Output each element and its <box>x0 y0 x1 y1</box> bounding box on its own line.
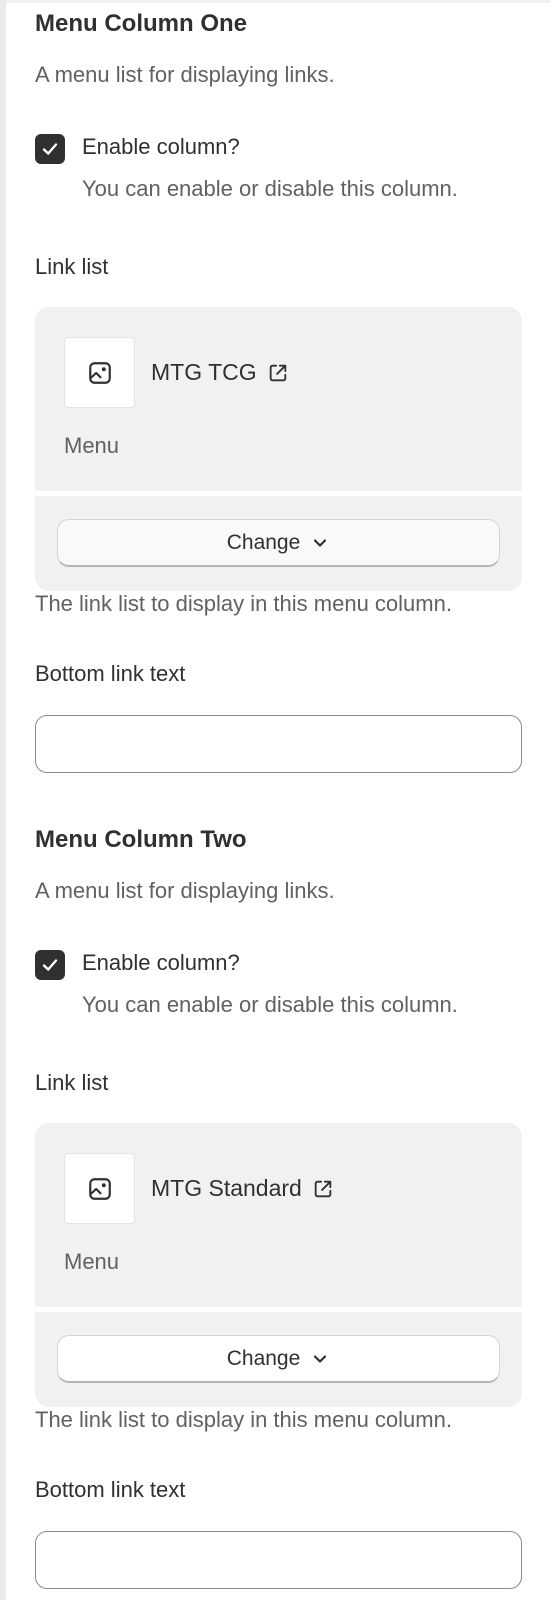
link-list-name-text: MTG Standard <box>151 1175 302 1201</box>
card-divider <box>35 1307 522 1312</box>
section-title: Menu Column Two <box>35 826 247 853</box>
external-link-icon[interactable] <box>312 1178 334 1200</box>
section-description: A menu list for displaying links. <box>35 878 335 903</box>
link-list-type: Menu <box>64 433 120 458</box>
enable-column-help: You can enable or disable this column. <box>82 992 458 1017</box>
link-list-thumbnail <box>64 337 135 408</box>
bottom-link-text-label: Bottom link text <box>35 1477 186 1502</box>
link-list-help: The link list to display in this menu co… <box>35 591 452 616</box>
checkmark-icon <box>42 959 58 971</box>
link-list-name-text: MTG TCG <box>151 359 257 385</box>
link-list-name[interactable]: MTG Standard <box>151 1175 334 1202</box>
change-link-list-button[interactable]: Change <box>57 1335 500 1383</box>
panel-left-border <box>0 0 6 1600</box>
link-list-thumbnail <box>64 1153 135 1224</box>
enable-column-checkbox[interactable] <box>35 950 65 980</box>
card-divider <box>35 491 522 496</box>
enable-column-checkbox[interactable] <box>35 134 65 164</box>
link-list-label: Link list <box>35 254 109 279</box>
chevron-down-icon <box>310 1349 330 1369</box>
checkmark-icon <box>42 143 58 155</box>
link-list-card: MTG TCG Menu Change <box>35 307 522 591</box>
menu-column-two-section: Menu Column Two A menu list for displayi… <box>35 816 522 1596</box>
change-button-label: Change <box>226 530 301 554</box>
link-list-name[interactable]: MTG TCG <box>151 359 289 386</box>
image-icon <box>88 361 111 384</box>
image-icon <box>88 1177 111 1200</box>
link-list-type: Menu <box>64 1249 120 1274</box>
change-button-label: Change <box>226 1346 301 1370</box>
link-list-help: The link list to display in this menu co… <box>35 1407 452 1432</box>
section-title: Menu Column One <box>35 10 247 37</box>
link-list-label: Link list <box>35 1070 109 1095</box>
bottom-link-text-input[interactable] <box>35 1531 522 1589</box>
external-link-icon[interactable] <box>267 362 289 384</box>
bottom-link-text-input[interactable] <box>35 715 522 773</box>
link-list-card: MTG Standard Menu Change <box>35 1123 522 1407</box>
enable-column-help: You can enable or disable this column. <box>82 176 458 201</box>
menu-column-one-section: Menu Column One A menu list for displayi… <box>35 0 522 780</box>
section-description: A menu list for displaying links. <box>35 62 335 87</box>
change-link-list-button[interactable]: Change <box>57 519 500 567</box>
chevron-down-icon <box>310 533 330 553</box>
enable-column-label[interactable]: Enable column? <box>82 134 240 160</box>
bottom-link-text-label: Bottom link text <box>35 661 186 686</box>
enable-column-label[interactable]: Enable column? <box>82 950 240 976</box>
